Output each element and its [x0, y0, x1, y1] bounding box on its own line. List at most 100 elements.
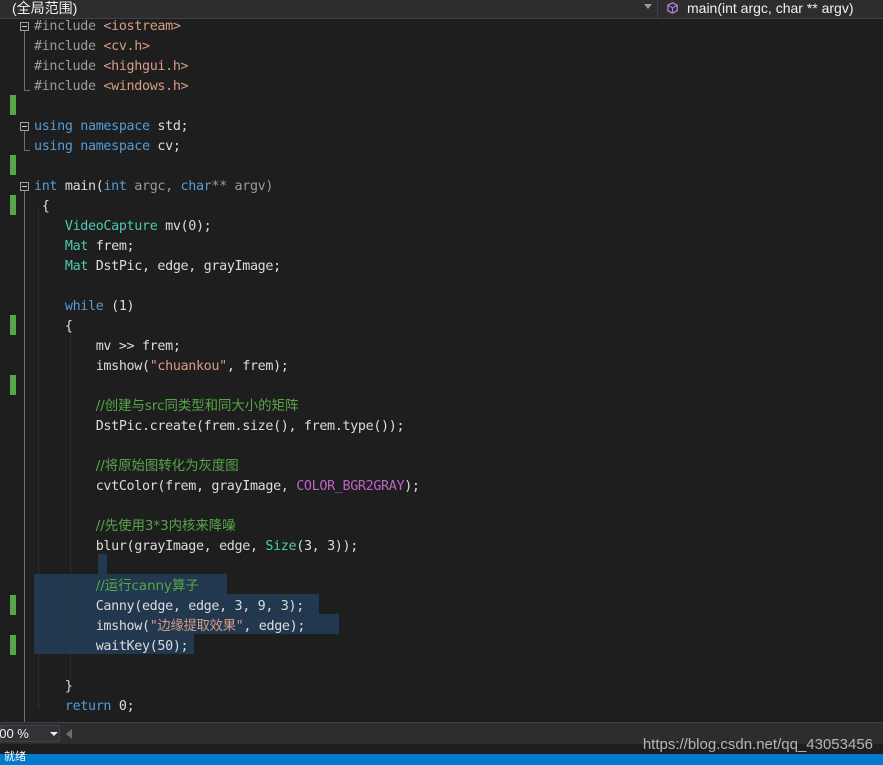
- code-line-3[interactable]: #include <highgui.h>: [34, 57, 420, 77]
- code-line-34[interactable]: }: [34, 677, 420, 697]
- comment: //先使用3*3内核来降噪: [95, 519, 236, 534]
- code-line-17[interactable]: mv >> frem;: [34, 337, 420, 357]
- code-line-27[interactable]: blur(grayImage, edge, Size(3, 3));: [34, 537, 420, 557]
- code-line-29[interactable]: //运行canny算子: [34, 577, 420, 597]
- scroll-left-icon[interactable]: [66, 729, 72, 739]
- code-editor[interactable]: #include <iostream> #include <cv.h> #inc…: [0, 19, 883, 722]
- zoom-level-label: 100 %: [0, 726, 29, 741]
- collapse-icon[interactable]: [20, 22, 29, 31]
- code-line-30[interactable]: Canny(edge, edge, 3, 9, 3);: [34, 597, 420, 617]
- code-text: mv(0);: [157, 219, 212, 234]
- code-line-11[interactable]: VideoCapture mv(0);: [34, 217, 420, 237]
- chevron-down-icon[interactable]: [50, 732, 58, 736]
- keyword: using: [34, 139, 73, 154]
- scope-dropdown-label: (全局范围): [12, 0, 78, 16]
- code-text: cv;: [149, 139, 181, 154]
- outline-line: [24, 189, 25, 722]
- code-line-35[interactable]: return 0;: [34, 697, 420, 717]
- code-line-14[interactable]: [34, 277, 420, 297]
- change-marker: [10, 315, 16, 335]
- code-line-10[interactable]: {: [34, 197, 420, 217]
- preprocessor-directive: #include: [34, 39, 104, 54]
- code-text: Canny(edge, edge, 3, 9, 3);: [95, 599, 305, 614]
- code-line-15[interactable]: while (1): [34, 297, 420, 317]
- keyword: namespace: [80, 119, 150, 134]
- collapse-icon[interactable]: [20, 122, 29, 131]
- code-text: waitKey(50);: [95, 639, 189, 654]
- method-cube-icon: [667, 2, 678, 14]
- code-text: (3, 3));: [296, 539, 358, 554]
- macro-constant: COLOR_BGR2GRAY: [296, 479, 405, 494]
- code-text: , edge);: [243, 619, 306, 634]
- code-text: }: [64, 679, 73, 694]
- code-line-5[interactable]: [34, 97, 420, 117]
- code-line-21[interactable]: DstPic.create(frem.size(), frem.type());: [34, 417, 420, 437]
- code-lines[interactable]: #include <iostream> #include <cv.h> #inc…: [34, 19, 420, 717]
- code-text: DstPic, edge, grayImage;: [88, 259, 281, 274]
- preprocessor-directive: #include: [34, 79, 104, 94]
- code-text: );: [404, 479, 420, 494]
- code-line-9[interactable]: int main(int argc, char** argv): [34, 177, 420, 197]
- type-name: Mat: [64, 239, 88, 254]
- code-line-26[interactable]: //先使用3*3内核来降噪: [34, 517, 420, 537]
- keyword: int: [34, 179, 58, 194]
- code-text: 0;: [111, 699, 135, 714]
- keyword: char: [180, 179, 212, 194]
- code-line-6[interactable]: using namespace std;: [34, 117, 420, 137]
- function-call: cvtColor(frem, grayImage,: [95, 479, 297, 494]
- outline-line: [24, 129, 25, 150]
- code-line-31[interactable]: imshow("边缘提取效果", edge);: [34, 617, 420, 637]
- keyword: using: [34, 119, 73, 134]
- code-line-23[interactable]: //将原始图转化为灰度图: [34, 457, 420, 477]
- parameter: argc,: [126, 179, 181, 194]
- code-line-8[interactable]: [34, 157, 420, 177]
- code-line-2[interactable]: #include <cv.h>: [34, 37, 420, 57]
- code-text: std;: [149, 119, 189, 134]
- navigation-bar: (全局范围) main(int argc, char ** argv): [0, 0, 883, 19]
- watermark: https://blog.csdn.net/qq_43053456: [642, 736, 873, 753]
- code-line-1[interactable]: #include <iostream>: [34, 19, 420, 37]
- comment: //将原始图转化为灰度图: [95, 459, 239, 474]
- function-call: imshow(: [95, 619, 150, 634]
- collapse-icon[interactable]: [20, 182, 29, 191]
- vertical-scrollbar[interactable]: [870, 19, 883, 722]
- code-line-12[interactable]: Mat frem;: [34, 237, 420, 257]
- code-text: , frem);: [226, 359, 289, 374]
- change-marker: [10, 95, 16, 115]
- code-line-33[interactable]: [34, 657, 420, 677]
- change-marker: [10, 595, 16, 615]
- code-text: DstPic.create(frem.size(), frem.type());: [95, 419, 405, 434]
- code-line-20[interactable]: //创建与src同类型和同大小的矩阵: [34, 397, 420, 417]
- code-line-25[interactable]: [34, 497, 420, 517]
- code-line-13[interactable]: Mat DstPic, edge, grayImage;: [34, 257, 420, 277]
- code-line-16[interactable]: {: [34, 317, 420, 337]
- code-line-7[interactable]: using namespace cv;: [34, 137, 420, 157]
- code-line-22[interactable]: [34, 437, 420, 457]
- member-dropdown-label: main(int argc, char ** argv): [687, 0, 854, 16]
- code-line-19[interactable]: [34, 377, 420, 397]
- code-text: frem;: [88, 239, 135, 254]
- scope-dropdown[interactable]: (全局范围): [0, 0, 658, 18]
- comment: //创建与src同类型和同大小的矩阵: [95, 399, 299, 414]
- member-dropdown[interactable]: main(int argc, char ** argv): [659, 0, 883, 18]
- code-line-32[interactable]: waitKey(50);: [34, 637, 420, 657]
- type-name: Mat: [64, 259, 88, 274]
- function-name: main(: [57, 179, 104, 194]
- code-text: mv >> frem;: [95, 339, 181, 354]
- chevron-down-icon[interactable]: [644, 4, 652, 9]
- keyword: int: [103, 179, 127, 194]
- code-line-18[interactable]: imshow("chuankou", frem);: [34, 357, 420, 377]
- function-call: blur(grayImage, edge,: [95, 539, 266, 554]
- string-literal: "边缘提取效果": [149, 619, 244, 634]
- code-line-28[interactable]: [34, 557, 420, 577]
- type-name: Size: [265, 539, 297, 554]
- include-path: <windows.h>: [103, 79, 189, 94]
- code-line-4[interactable]: #include <windows.h>: [34, 77, 420, 97]
- type-name: VideoCapture: [64, 219, 158, 234]
- zoom-level-dropdown[interactable]: 100 %: [0, 725, 60, 742]
- code-line-24[interactable]: cvtColor(frem, grayImage, COLOR_BGR2GRAY…: [34, 477, 420, 497]
- keyword: namespace: [80, 139, 150, 154]
- change-marker: [10, 635, 16, 655]
- outline-end: [24, 90, 30, 91]
- change-marker: [10, 195, 16, 215]
